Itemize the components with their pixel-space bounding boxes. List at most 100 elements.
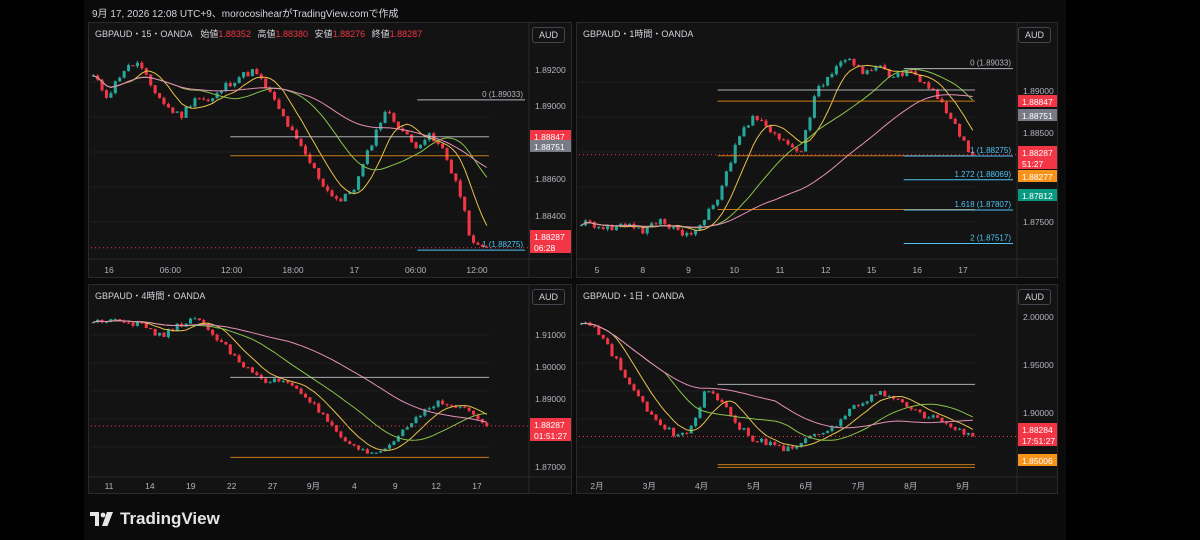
candle-body: [826, 76, 830, 86]
y-tick-label: 1.89000: [535, 101, 566, 111]
candle-body: [839, 419, 843, 427]
candle-body: [702, 219, 706, 226]
candle-body: [281, 380, 285, 382]
candle-body: [184, 106, 188, 118]
x-tick-label: 11: [105, 481, 114, 491]
candle-body: [237, 77, 241, 83]
currency-button-4h[interactable]: AUD: [531, 289, 565, 305]
candle-body: [971, 432, 975, 437]
brand-name: TradingView: [120, 509, 220, 528]
candle-body: [746, 428, 750, 436]
candle-body: [729, 407, 733, 416]
candle-body: [645, 227, 649, 234]
candle-body: [601, 334, 605, 339]
chart-panel-4h[interactable]: 1.91000 1.90000 1.89000 1.87000 11 14 19 22 27 9月…: [88, 284, 572, 494]
ma-line-yellow: [93, 320, 488, 451]
chart-1d-svg[interactable]: 2.00000 1.95000 1.90000 2月 3月 4月 5月 6月 7月 8月 9月 1.8…: [577, 285, 1058, 494]
candle-body: [782, 445, 786, 452]
y-tick-label: 1.87000: [535, 462, 566, 472]
candle-body: [281, 108, 285, 117]
fib-level-label: 1 (1.88275): [482, 240, 523, 249]
candle-body: [228, 83, 232, 87]
candle-body: [790, 144, 794, 148]
candle-body: [193, 318, 197, 320]
candle-body: [365, 150, 369, 164]
y-tick-label: 1.88500: [1023, 128, 1054, 138]
candle-body: [131, 323, 135, 326]
candle-body: [113, 318, 117, 320]
candle-body: [374, 452, 378, 454]
candle-body: [650, 411, 654, 415]
candle-body: [918, 409, 922, 413]
candle-body: [374, 129, 378, 146]
currency-button-15m[interactable]: AUD: [531, 27, 565, 43]
candle-body: [812, 434, 816, 436]
x-tick-label: 15: [867, 265, 877, 275]
candle-body: [233, 82, 237, 87]
fib-level-label: 1.272 (1.88069): [955, 170, 1012, 179]
candle-body: [122, 71, 126, 78]
chart-15m-svg[interactable]: 0 (1.89033) 1 (1.88275) 1.89200 1.89000 1.88…: [89, 23, 572, 278]
chart-4h-svg[interactable]: 1.91000 1.90000 1.89000 1.87000 11 14 19 22 27 9月…: [89, 285, 572, 494]
x-tick-label: 9月: [307, 481, 320, 491]
candle-body: [104, 90, 109, 98]
candle-body: [423, 140, 427, 145]
candle-body: [418, 415, 423, 418]
x-tick-label: 12: [821, 265, 831, 275]
candle-body: [777, 133, 781, 140]
candle-body: [140, 62, 144, 69]
candle-body: [760, 438, 764, 442]
candle-body: [379, 451, 383, 453]
candle-body: [356, 176, 361, 190]
candle-body: [233, 354, 237, 356]
chart-panel-1h[interactable]: 0 (1.89033) 1 (1.88275) 1.272 (1.88069) 1.6…: [576, 22, 1058, 278]
candle-body: [127, 65, 131, 72]
candle-body: [962, 428, 966, 435]
candle-body: [962, 136, 966, 141]
ohlc-close-value: 1.88287: [389, 29, 423, 39]
candle-body: [667, 427, 671, 430]
y-tick-label: 1.89200: [535, 65, 566, 75]
candle-body: [295, 130, 299, 139]
chart-panel-1d[interactable]: 2.00000 1.95000 1.90000 2月 3月 4月 5月 6月 7月 8月 9月 1.8…: [576, 284, 1058, 494]
candle-body: [764, 120, 768, 127]
candle-body: [755, 116, 759, 120]
candle-body: [909, 71, 913, 73]
candle-body: [379, 122, 383, 130]
candle-body: [597, 227, 601, 229]
candle-body: [852, 405, 856, 409]
price-tag-label: 1.85006: [1022, 456, 1053, 466]
currency-button-1h[interactable]: AUD: [1017, 27, 1051, 43]
candle-body: [441, 143, 445, 149]
candle-body: [317, 168, 321, 179]
candle-body: [392, 113, 396, 122]
candle-body: [601, 227, 605, 230]
candle-body: [449, 405, 453, 407]
chart-panel-15m[interactable]: 0 (1.89033) 1 (1.88275) 1.89200 1.89000 1.88…: [88, 22, 572, 278]
candle-body: [821, 433, 825, 435]
chart-title-1h: GBPAUD・1時間・OANDA: [583, 29, 694, 39]
candle-body: [418, 144, 423, 149]
candle-body: [817, 86, 821, 97]
candle-body: [944, 102, 948, 114]
candle-body: [892, 76, 896, 78]
candle-body: [760, 119, 764, 121]
candle-body: [927, 82, 931, 89]
symbol-label: GBPAUD・15・OANDA: [95, 29, 192, 39]
candle-body: [931, 415, 935, 418]
chart-1h-svg[interactable]: 0 (1.89033) 1 (1.88275) 1.272 (1.88069) 1.6…: [577, 23, 1058, 278]
ma-line-yellow: [92, 70, 488, 226]
ma-line-pink: [93, 320, 487, 423]
candle-body: [215, 334, 219, 341]
candle-body: [299, 388, 303, 394]
currency-button-1d[interactable]: AUD: [1017, 289, 1051, 305]
candle-body: [716, 393, 720, 400]
snapshot-caption: 9月 17, 2026 12:08 UTC+9、morocosihearがTra…: [92, 9, 399, 20]
candle-body: [166, 329, 170, 337]
price-tag-label: 01:51:27: [534, 431, 567, 441]
candle-body: [268, 382, 272, 384]
candle-body: [255, 69, 259, 75]
candle-body: [936, 415, 940, 418]
candle-body: [900, 73, 904, 76]
x-tick-label: 2月: [590, 481, 603, 491]
